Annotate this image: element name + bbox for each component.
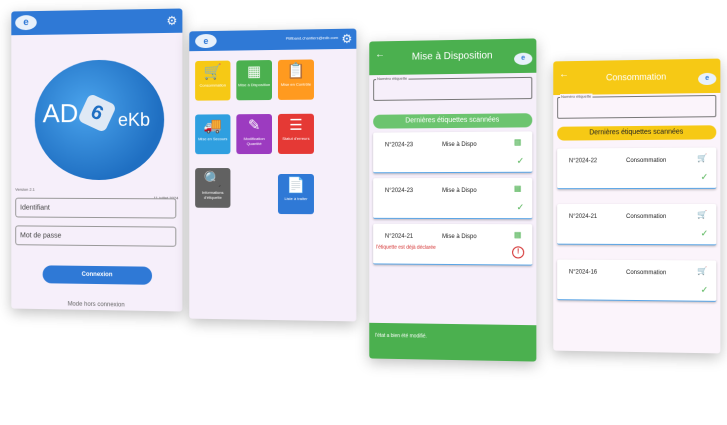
disposition-title: Mise à Disposition xyxy=(411,50,493,63)
card-label-number: N°2024-23 xyxy=(384,142,414,149)
card-label-number: N°2024-23 xyxy=(384,188,414,195)
consommation-screen: ← Consommation e Numéro étiquette Derniè… xyxy=(553,58,721,354)
scan-card[interactable]: N°2024-22 Consommation 🛒 ✓ xyxy=(557,147,717,190)
shelf-icon: ▦ xyxy=(513,137,522,147)
cart-icon: 🛒 xyxy=(203,63,222,81)
scan-card[interactable]: N°2024-23 Mise à Dispo ▦ ✓ xyxy=(373,177,533,220)
scan-card[interactable]: N°2024-21 Mise à Dispo ▦ l'étiquette est dé… xyxy=(373,223,533,266)
password-field[interactable]: Mot de passe xyxy=(15,225,177,247)
app-logo-icon: e xyxy=(514,52,533,66)
label-number-caption: Numéro étiquette xyxy=(376,75,409,82)
cart-icon: 🛒 xyxy=(697,210,708,220)
clipboard-search-icon: 📋 xyxy=(286,62,306,80)
shelf-icon: ▦ xyxy=(247,63,262,81)
cart-icon: 🛒 xyxy=(697,153,708,163)
menu-tile-1[interactable]: ▦ Mise à Disposition xyxy=(236,60,272,101)
error-alert-icon: ! xyxy=(512,246,525,259)
login-button[interactable]: Connexion xyxy=(42,265,153,285)
logo-mark: 6 xyxy=(77,93,117,133)
disposition-screen: ← Mise à Disposition e Numéro étiquette … xyxy=(369,38,537,362)
card-status: Consommation xyxy=(626,157,667,165)
shelf-icon: ▦ xyxy=(513,230,522,240)
cart-icon: 🛒 xyxy=(697,266,708,276)
menu-tile-2[interactable]: 📋 Mise en Contrôle xyxy=(277,59,314,100)
checkmark-icon: ✓ xyxy=(700,228,709,239)
card-error-message: l'étiquette est déjà déclarée xyxy=(376,244,436,251)
label-number-input[interactable]: Numéro étiquette xyxy=(373,75,533,101)
edit-list-icon: ✎ xyxy=(247,117,261,135)
menu-tile-label: Statut d'erreurs xyxy=(282,135,310,141)
error-list-icon: ☰ xyxy=(289,116,303,134)
menu-tile-label: Mise à Disposition xyxy=(238,82,271,88)
disposition-app-bar: ← Mise à Disposition e xyxy=(369,38,537,76)
menu-tile-3[interactable]: 🚚 Mise en Secours xyxy=(195,114,231,155)
card-status: Mise à Dispo xyxy=(442,233,477,241)
label-number-caption: Numéro étiquette xyxy=(560,93,593,99)
app-logo-icon: e xyxy=(698,72,717,86)
menu-tile-label: Liste à traiter xyxy=(284,196,308,202)
user-email: Ptifiband.chantiers@edb.com xyxy=(285,34,339,41)
login-app-bar: e ⚙ xyxy=(11,8,183,36)
menu-screen: e Ptifiband.chantiers@edb.com ⚙ 🛒 Consomm… xyxy=(189,28,357,322)
menu-tile-label: Mise en Contrôle xyxy=(280,81,312,87)
card-label-number: N°2024-22 xyxy=(568,158,598,165)
checkmark-icon: ✓ xyxy=(700,171,709,182)
card-status: Mise à Dispo xyxy=(442,187,477,195)
document-list-icon: 📄 xyxy=(286,177,306,195)
card-status: Consommation xyxy=(626,213,667,221)
card-label-number: N°2024-21 xyxy=(568,213,598,220)
checkmark-icon: ✓ xyxy=(516,202,525,213)
card-status: Consommation xyxy=(626,269,667,277)
menu-tile-label: Mise en Secours xyxy=(198,136,228,142)
menu-tile-4[interactable]: ✎ Modification Quantité xyxy=(236,114,272,155)
card-status: Mise à Dispo xyxy=(442,141,477,149)
version-label: Version 2.1 xyxy=(15,186,35,192)
menu-tile-label: Informations d'étiquette xyxy=(201,189,224,200)
recent-scans-header: Dernières étiquettes scannées xyxy=(557,125,717,141)
truck-icon: 🚚 xyxy=(203,117,222,135)
recent-scans-header: Dernières étiquettes scannées xyxy=(373,113,533,129)
offline-mode-link[interactable]: Mode hors connexion xyxy=(11,301,182,310)
menu-app-bar: e Ptifiband.chantiers@edb.com ⚙ xyxy=(189,28,357,52)
card-label-number: N°2024-16 xyxy=(568,269,598,276)
username-field[interactable]: Identifiant xyxy=(15,197,177,219)
logo-text-ekb: eKb xyxy=(117,109,151,130)
scan-card[interactable]: N°2024-16 Consommation 🛒 ✓ xyxy=(557,259,717,302)
menu-tile-label: Consommation xyxy=(199,82,226,88)
checkmark-icon: ✓ xyxy=(516,155,525,166)
app-logo-icon: e xyxy=(195,33,217,49)
search-icon: 🔍 xyxy=(203,171,222,188)
scan-card[interactable]: N°2024-23 Mise à Dispo ▦ ✓ xyxy=(373,131,533,174)
login-screen: e ⚙ AD 6 eKb Version 2.1 11 juillet 2024… xyxy=(11,8,183,312)
menu-tile-label: Modification Quantité xyxy=(243,136,265,147)
consommation-title: Consommation xyxy=(606,71,667,83)
scan-card[interactable]: N°2024-21 Consommation 🛒 ✓ xyxy=(557,203,717,246)
checkmark-icon: ✓ xyxy=(700,284,709,295)
shelf-icon: ▦ xyxy=(513,183,522,193)
settings-gear-icon[interactable]: ⚙ xyxy=(341,32,352,46)
logo-text-ad: AD xyxy=(42,98,79,129)
status-toast: l'état a bien été modifié. xyxy=(369,322,537,362)
settings-gear-icon[interactable]: ⚙ xyxy=(166,14,177,28)
menu-tile-5[interactable]: ☰ Statut d'erreurs xyxy=(277,113,314,154)
adekb-logo: AD 6 eKb xyxy=(34,59,165,181)
menu-tile-7[interactable]: 📄 Liste à traiter xyxy=(277,173,314,215)
menu-tile-0[interactable]: 🛒 Consommation xyxy=(195,60,231,101)
menu-tile-6[interactable]: 🔍 Informations d'étiquette xyxy=(195,168,231,208)
app-logo-icon: e xyxy=(15,15,37,31)
toast-text: l'état a bien été modifié. xyxy=(375,332,427,340)
label-number-input[interactable]: Numéro étiquette xyxy=(557,93,717,119)
consommation-app-bar: ← Consommation e xyxy=(553,58,721,96)
card-label-number: N°2024-21 xyxy=(384,233,414,240)
